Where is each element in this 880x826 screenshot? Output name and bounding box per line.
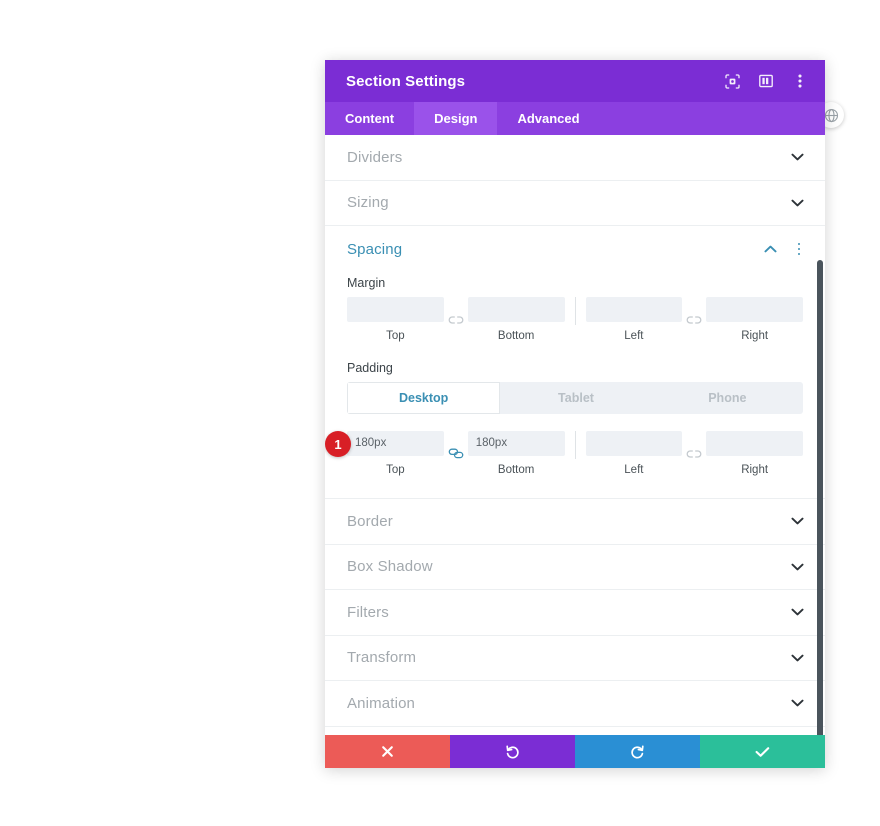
tab-design[interactable]: Design — [414, 102, 498, 135]
margin-bottom-cell: Bottom — [467, 297, 565, 342]
margin-top-caption: Top — [386, 330, 405, 342]
padding-device-tabs: Desktop Tablet Phone — [347, 382, 803, 414]
unlink-icon[interactable] — [682, 441, 706, 466]
chevron-down-icon — [790, 696, 804, 710]
check-icon — [755, 746, 770, 758]
margin-bottom-input[interactable] — [467, 297, 565, 322]
section-toggle-filters[interactable]: Filters — [325, 590, 825, 636]
margin-horizontal-group: Left Right — [585, 297, 803, 342]
padding-input-group: 1 180px Top 180px Bottom Left Right — [325, 431, 803, 476]
padding-left-caption: Left — [624, 464, 644, 476]
margin-label: Margin — [347, 276, 386, 290]
focus-icon[interactable] — [723, 72, 741, 90]
link-icon[interactable] — [444, 441, 468, 466]
section-label: Animation — [347, 694, 416, 712]
margin-right-cell: Right — [706, 297, 803, 342]
panel-footer — [325, 735, 825, 768]
unlink-icon[interactable] — [444, 307, 468, 332]
undo-button[interactable] — [450, 735, 575, 768]
padding-bottom-input[interactable]: 180px — [467, 431, 565, 456]
padding-left-cell: Left — [585, 431, 683, 476]
section-toggle-box-shadow[interactable]: Box Shadow — [325, 544, 825, 590]
section-label: Filters — [347, 603, 389, 621]
chevron-up-icon[interactable] — [763, 242, 777, 256]
padding-right-input[interactable] — [706, 431, 803, 456]
settings-list: Dividers Sizing Spacing Margin Top Botto… — [325, 135, 825, 727]
save-button[interactable] — [700, 735, 825, 768]
padding-bottom-caption: Bottom — [497, 464, 535, 476]
section-label: Dividers — [347, 148, 403, 166]
padding-left-input[interactable] — [585, 431, 683, 456]
padding-top-cell: 180px Top — [347, 431, 444, 476]
section-toggle-animation[interactable]: Animation — [325, 681, 825, 727]
close-button[interactable] — [325, 735, 450, 768]
undo-icon — [505, 744, 520, 759]
section-toggle-dividers[interactable]: Dividers — [325, 135, 825, 181]
panel-scrollbar[interactable] — [817, 260, 823, 735]
margin-vertical-group: Top Bottom — [347, 297, 565, 342]
device-tab-phone[interactable]: Phone — [651, 382, 803, 414]
screen: Section Settings Content Design Advanced… — [0, 0, 880, 826]
layout-panel-icon[interactable] — [757, 72, 775, 90]
panel-body: Dividers Sizing Spacing Margin Top Botto… — [325, 135, 825, 735]
section-toggle-sizing[interactable]: Sizing — [325, 180, 825, 226]
margin-input-group: Top Bottom Left Right — [347, 297, 803, 342]
chevron-down-icon — [790, 150, 804, 164]
globe-icon — [824, 108, 839, 123]
step-badge: 1 — [325, 431, 351, 457]
section-settings-panel: Section Settings Content Design Advanced… — [325, 60, 825, 768]
margin-bottom-caption: Bottom — [497, 330, 535, 342]
section-toggle-transform[interactable]: Transform — [325, 635, 825, 681]
margin-right-caption: Right — [741, 330, 769, 342]
page-title: Section Settings — [346, 72, 466, 90]
margin-left-cell: Left — [585, 297, 683, 342]
section-label: Transform — [347, 649, 417, 667]
unlink-icon[interactable] — [682, 307, 706, 332]
padding-right-cell: Right — [706, 431, 803, 476]
redo-button[interactable] — [575, 735, 700, 768]
padding-horizontal-group: Left Right — [585, 431, 803, 476]
header-icon-group — [723, 72, 809, 90]
section-label: Spacing — [347, 240, 403, 258]
field-divider — [574, 431, 576, 459]
tab-advanced[interactable]: Advanced — [497, 102, 599, 135]
padding-top-caption: Top — [386, 464, 405, 476]
section-options-icon[interactable] — [792, 241, 806, 257]
section-label: Box Shadow — [347, 558, 433, 576]
tab-content[interactable]: Content — [325, 102, 414, 135]
chevron-down-icon — [790, 514, 804, 528]
more-vertical-icon[interactable] — [791, 72, 809, 90]
spacing-fields: Margin Top Bottom Left Right Padding Des… — [325, 276, 825, 498]
section-label: Sizing — [347, 194, 389, 212]
padding-right-caption: Right — [741, 464, 769, 476]
padding-vertical-group: 180px Top 180px Bottom — [347, 431, 565, 476]
panel-tabs: Content Design Advanced — [325, 102, 825, 135]
margin-top-cell: Top — [347, 297, 444, 342]
device-tab-tablet[interactable]: Tablet — [500, 382, 652, 414]
panel-header: Section Settings — [325, 60, 825, 102]
section-label: Border — [347, 512, 393, 530]
device-tab-desktop[interactable]: Desktop — [347, 382, 501, 414]
chevron-down-icon — [790, 605, 804, 619]
padding-top-input[interactable]: 180px — [347, 431, 444, 456]
margin-top-input[interactable] — [347, 297, 444, 322]
section-spacing: Spacing Margin Top Bottom Left Right Pad… — [325, 226, 825, 499]
field-divider — [574, 297, 576, 325]
section-toggle-spacing[interactable]: Spacing — [325, 226, 825, 272]
margin-left-input[interactable] — [585, 297, 683, 322]
redo-icon — [630, 744, 645, 759]
padding-label: Padding — [347, 361, 393, 375]
chevron-down-icon — [790, 651, 804, 665]
close-icon — [381, 745, 394, 758]
padding-bottom-cell: 180px Bottom — [467, 431, 565, 476]
section-toggle-border[interactable]: Border — [325, 499, 825, 545]
chevron-down-icon — [790, 196, 804, 210]
margin-right-input[interactable] — [706, 297, 803, 322]
margin-left-caption: Left — [624, 330, 644, 342]
chevron-down-icon — [790, 560, 804, 574]
